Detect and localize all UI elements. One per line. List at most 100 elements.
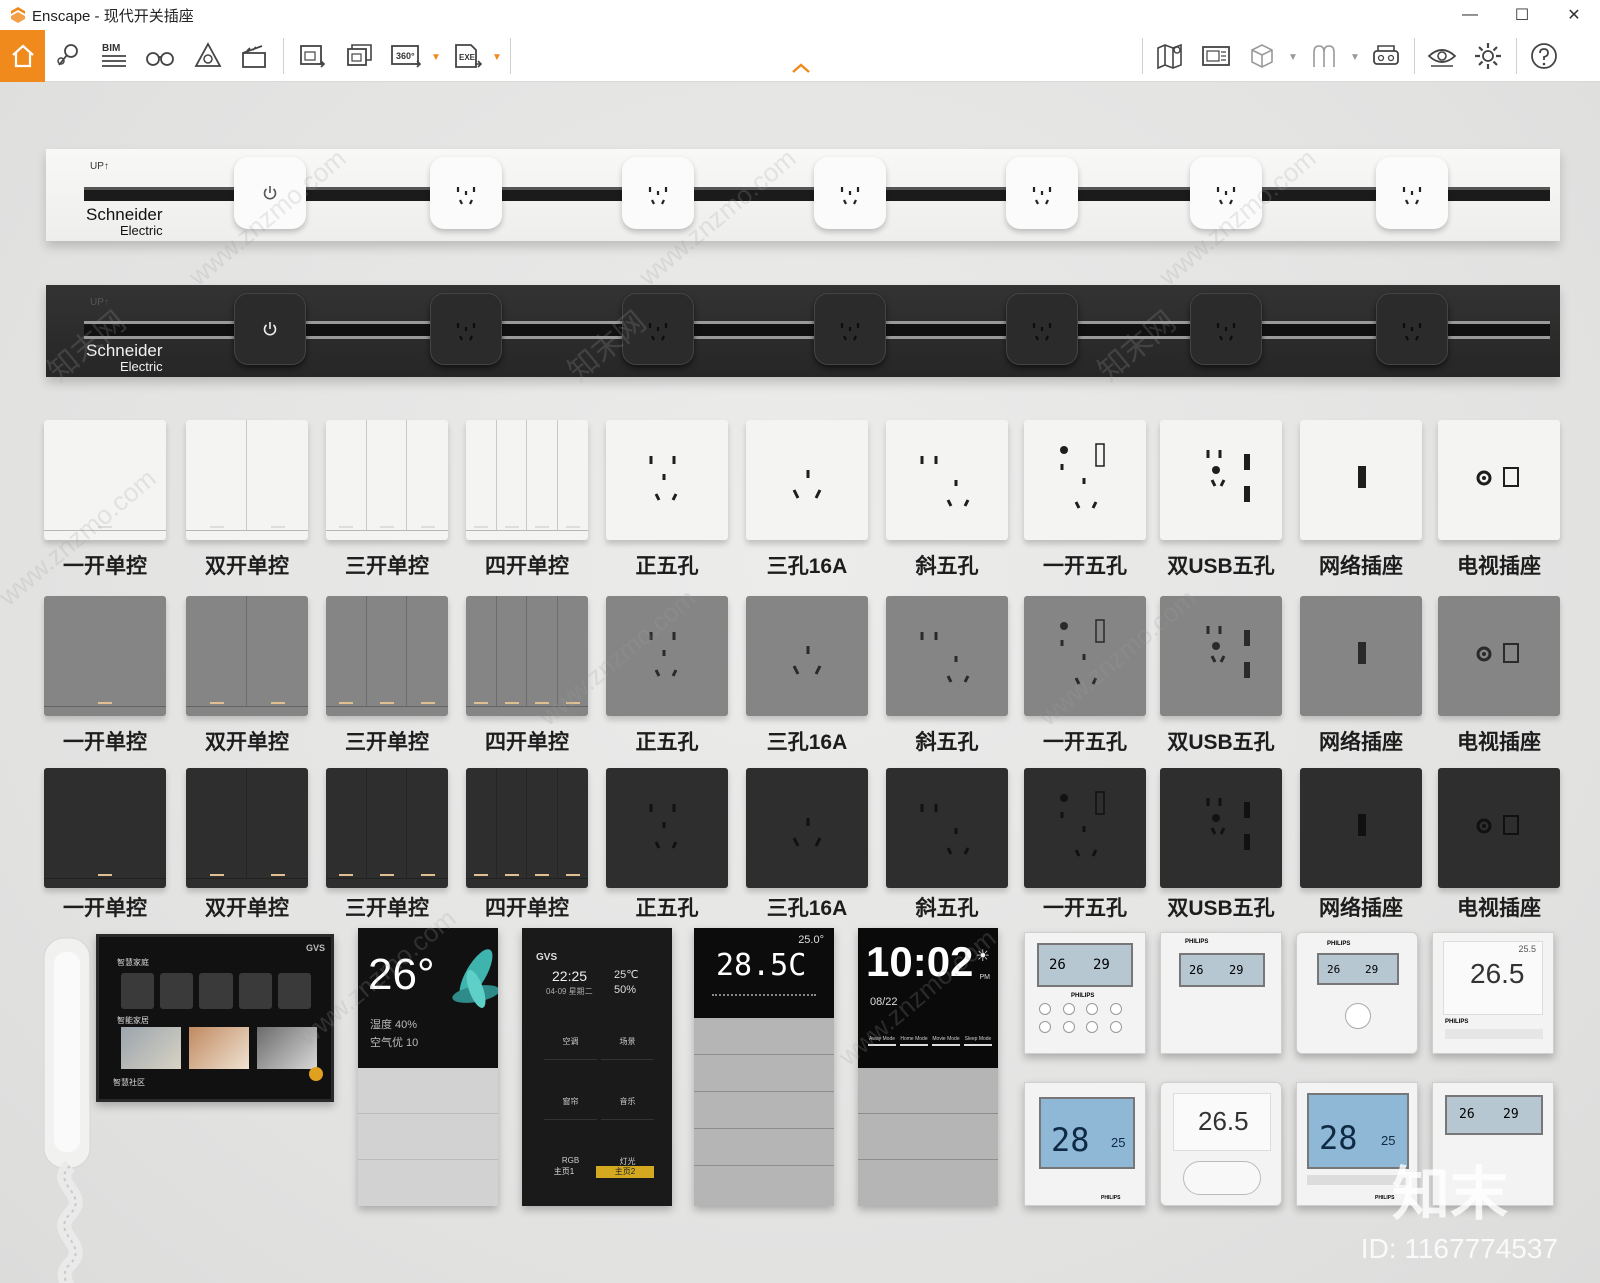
chevron-down-icon[interactable]: ▼ bbox=[431, 52, 441, 63]
switch-rocker bbox=[367, 768, 408, 878]
panel-key bbox=[358, 1068, 498, 1114]
settings-button[interactable] bbox=[1468, 34, 1508, 78]
socket-icon bbox=[456, 323, 476, 341]
switch-rocker bbox=[466, 768, 497, 878]
switch-socket-combo-panel bbox=[1024, 420, 1146, 540]
views-button[interactable] bbox=[1196, 34, 1236, 78]
panel-label: 三孔16A bbox=[766, 731, 848, 754]
network-socket-panel bbox=[1300, 420, 1422, 540]
track-socket bbox=[430, 157, 502, 229]
bim-icon: BIM bbox=[102, 43, 126, 67]
tile-curtain: 窗帘 bbox=[544, 1074, 597, 1120]
tab-home-1: 主页1 bbox=[553, 1167, 575, 1176]
home-button[interactable] bbox=[0, 30, 45, 82]
panel-label: 三孔16A bbox=[766, 897, 848, 920]
panel-label: 四开单控 bbox=[485, 731, 569, 754]
intercom-menu-label: 智慧社区 bbox=[113, 1078, 145, 1087]
socket-icon bbox=[1402, 323, 1422, 341]
indicator-led bbox=[209, 526, 224, 528]
power-track-black: UP↑ Schneider Electric bbox=[46, 285, 1560, 377]
visibility-eye-icon bbox=[1427, 49, 1457, 67]
handset-icon bbox=[43, 937, 91, 1283]
panel-label: 一开五孔 bbox=[1043, 731, 1127, 754]
batch-render-button[interactable] bbox=[340, 34, 380, 78]
map-button[interactable] bbox=[1150, 34, 1190, 78]
switch-rocker bbox=[527, 768, 558, 878]
panel-label: 电视插座 bbox=[1457, 555, 1541, 578]
indicator-led bbox=[474, 702, 489, 704]
lcd-value: 26 bbox=[1327, 963, 1341, 976]
indicator-dots bbox=[712, 994, 816, 998]
panel-label: 一开五孔 bbox=[1043, 555, 1127, 578]
asset-library-button[interactable] bbox=[1304, 34, 1344, 78]
toolbar-divider bbox=[510, 38, 511, 74]
network-socket-icon bbox=[1358, 466, 1366, 488]
collapse-toolbar-chevron-up-icon[interactable] bbox=[790, 60, 812, 76]
maximize-button[interactable]: ☐ bbox=[1496, 0, 1548, 30]
minimize-button[interactable]: — bbox=[1444, 0, 1496, 30]
indicator-led bbox=[535, 874, 550, 876]
close-button[interactable]: ✕ bbox=[1548, 0, 1600, 30]
panel-label: 一开单控 bbox=[63, 731, 147, 754]
socket-icon bbox=[1216, 323, 1236, 341]
panel-frame-edge bbox=[466, 878, 588, 888]
map-icon bbox=[1157, 43, 1182, 70]
power-icon bbox=[263, 322, 277, 336]
five-hole-socket-panel bbox=[606, 420, 728, 540]
vr-button[interactable] bbox=[1366, 34, 1406, 78]
flower-decoration-icon bbox=[452, 949, 498, 1008]
brand-schneider: Schneider Electric bbox=[86, 205, 163, 238]
video-editor-button[interactable] bbox=[234, 34, 274, 78]
panel-key bbox=[358, 1114, 498, 1160]
indicator-led bbox=[339, 526, 354, 528]
lcd-value: 28 bbox=[1051, 1121, 1090, 1159]
floorplan-thumbnail bbox=[121, 1027, 181, 1069]
screenshot-button[interactable] bbox=[292, 34, 332, 78]
indicator-led bbox=[474, 874, 489, 876]
switch-rocker bbox=[558, 768, 589, 878]
exe-export-button[interactable]: EXE bbox=[448, 34, 488, 78]
atmosphere-button[interactable] bbox=[188, 34, 228, 78]
indicator-led bbox=[339, 702, 354, 704]
thermostat-buttons bbox=[1039, 1003, 1133, 1033]
tile-grid: 空调 场景 窗帘 音乐 RGB 灯光 bbox=[544, 1014, 654, 1180]
panorama-button[interactable]: 360° bbox=[386, 34, 426, 78]
quad-switch-panel bbox=[466, 420, 588, 540]
tv-socket-icon bbox=[1476, 467, 1519, 487]
chevron-down-icon[interactable]: ▼ bbox=[1288, 52, 1298, 63]
video-clapper-icon bbox=[242, 45, 266, 68]
cube-button[interactable] bbox=[1242, 34, 1282, 78]
panel-label: 正五孔 bbox=[635, 897, 699, 920]
indicator-led bbox=[209, 702, 224, 704]
binoculars-button[interactable] bbox=[140, 34, 180, 78]
lcd-value: 26 bbox=[1189, 963, 1204, 977]
panel-label: 网络插座 bbox=[1319, 731, 1403, 754]
switch-rocker bbox=[186, 768, 247, 878]
status-dot bbox=[309, 1067, 323, 1081]
double-switch-panel bbox=[186, 420, 308, 540]
chevron-down-icon[interactable]: ▼ bbox=[1350, 52, 1360, 63]
clock-readout: 22:25 bbox=[552, 968, 588, 984]
location-button[interactable] bbox=[48, 34, 88, 78]
indicator-led bbox=[504, 702, 519, 704]
lcd-value: 29 bbox=[1229, 963, 1244, 977]
chevron-down-icon[interactable]: ▼ bbox=[492, 52, 502, 63]
render-viewport[interactable]: UP↑ Schneider Electric UP↑ Schneider Elect… bbox=[0, 82, 1600, 1283]
panel-screen: 25.0° 28.5C bbox=[694, 928, 834, 1018]
help-button[interactable] bbox=[1524, 34, 1564, 78]
slanted-five-hole-socket-icon bbox=[920, 456, 970, 507]
window-titlebar: Enscape - 现代开关插座 — ☐ ✕ bbox=[0, 0, 1600, 30]
visibility-button[interactable] bbox=[1422, 34, 1462, 78]
bim-button[interactable]: BIM bbox=[94, 34, 134, 78]
camera-thumbnail bbox=[189, 1027, 249, 1069]
panel-label: 四开单控 bbox=[485, 555, 569, 578]
panel-key bbox=[858, 1068, 998, 1114]
date-readout: 04-09 星期二 bbox=[546, 987, 593, 996]
five-hole-socket-icon bbox=[649, 804, 678, 849]
toolbar-divider bbox=[283, 38, 284, 74]
dual-usb-socket-icon bbox=[1206, 450, 1250, 502]
smart-panel-tiles: GVS 22:25 04-09 星期二 25℃ 50% 空调 场景 窗帘 音乐 … bbox=[522, 928, 672, 1206]
smart-panel-thermostat: 25.0° 28.5C bbox=[694, 928, 834, 1206]
track-power-switch bbox=[234, 293, 306, 365]
socket-icon bbox=[1032, 187, 1052, 205]
